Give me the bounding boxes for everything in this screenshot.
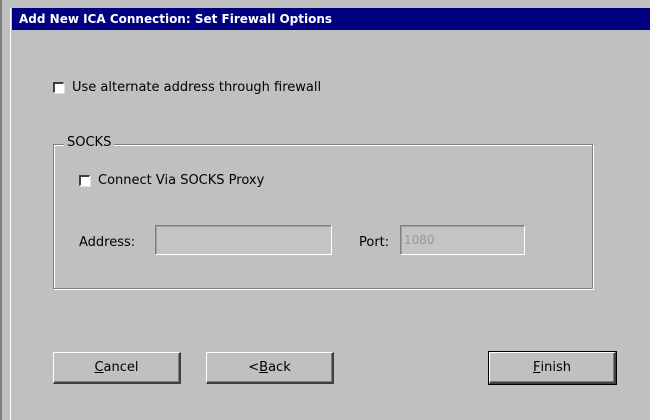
back-button[interactable]: < Back	[206, 352, 334, 384]
address-field[interactable]	[155, 225, 332, 255]
socks-groupbox	[53, 144, 593, 289]
socks-proxy-option[interactable]: Connect Via SOCKS Proxy	[79, 173, 264, 188]
alternate-address-checkbox[interactable]	[53, 82, 64, 93]
window-title: Add New ICA Connection: Set Firewall Opt…	[12, 8, 650, 30]
cancel-mnemonic: C	[94, 360, 104, 375]
back-prefix: <	[248, 360, 260, 375]
alternate-address-option[interactable]: Use alternate address through firewall	[53, 80, 321, 95]
cancel-button[interactable]: Cancel	[53, 352, 181, 384]
address-label: Address:	[79, 235, 136, 250]
finish-label-rest: inish	[540, 360, 571, 375]
socks-group-label: SOCKS	[64, 135, 115, 150]
port-field[interactable]	[400, 225, 525, 255]
socks-proxy-checkbox[interactable]	[79, 175, 90, 186]
socks-proxy-label: Connect Via SOCKS Proxy	[98, 173, 265, 188]
port-label: Port:	[359, 235, 390, 250]
back-mnemonic: B	[259, 360, 269, 375]
cancel-label-rest: ancel	[103, 360, 139, 375]
alternate-address-label: Use alternate address through firewall	[72, 80, 322, 95]
dialog-window: Add New ICA Connection: Set Firewall Opt…	[0, 0, 650, 420]
finish-button[interactable]: Finish	[488, 351, 617, 385]
finish-mnemonic: F	[533, 360, 541, 375]
back-label-rest: ack	[268, 360, 291, 375]
window-edge	[10, 8, 11, 420]
